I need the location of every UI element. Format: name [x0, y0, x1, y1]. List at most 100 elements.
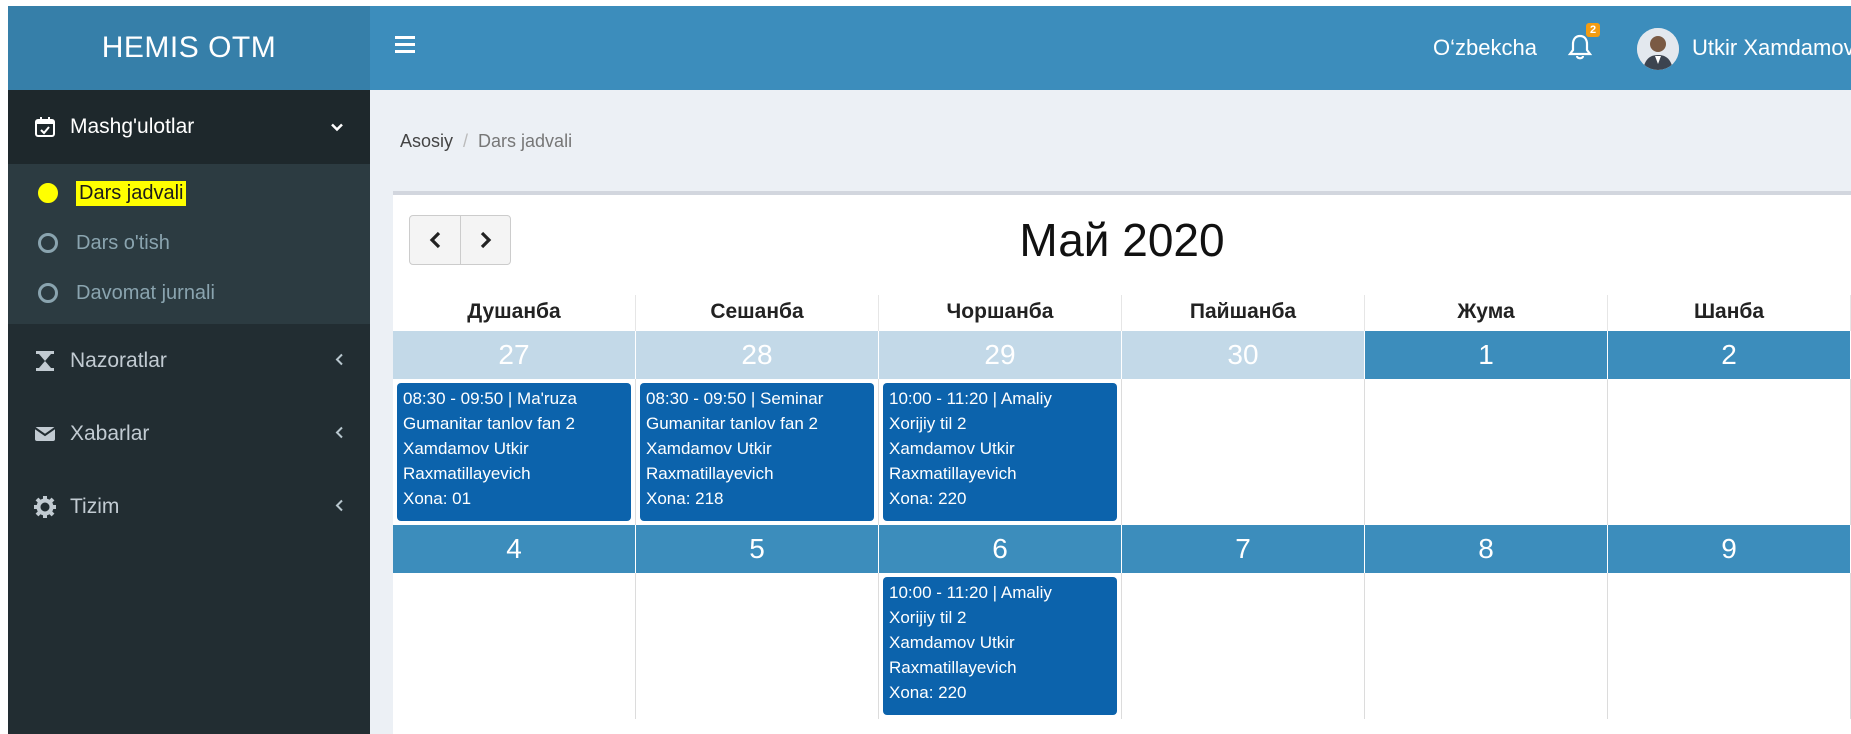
event-subject: Gumanitar tanlov fan 2	[403, 414, 575, 433]
weekday-header: Жума	[1365, 295, 1608, 331]
day-cell	[1122, 573, 1365, 719]
event-room: Xona: 220	[889, 683, 967, 702]
user-name[interactable]: Utkir Xamdamov	[1692, 6, 1851, 90]
event-time: 10:00 - 11:20 | Amaliy	[889, 583, 1052, 602]
sidebar-item-mashgulotlar[interactable]: Mashg'ulotlar	[8, 90, 370, 164]
week-2-date-row: 4 5 6 7 8 9	[393, 525, 1851, 573]
day-cell	[636, 573, 879, 719]
day-cell	[1608, 379, 1851, 525]
sidebar-item-nazoratlar[interactable]: Nazoratlar	[8, 324, 370, 397]
sidebar-item-label: Xabarlar	[70, 421, 150, 445]
lesson-event[interactable]: 10:00 - 11:20 | Amaliy Xorijiy til 2 Xam…	[883, 577, 1117, 715]
sidebar: HEMIS OTM Mashg'ulotlar Dars jadvali Dar…	[8, 6, 370, 734]
avatar[interactable]	[1637, 28, 1679, 70]
sidebar-subitem-davomat-jurnali[interactable]: Davomat jurnali	[8, 268, 370, 318]
sidebar-item-xabarlar[interactable]: Xabarlar	[8, 397, 370, 470]
subitem-label: Dars jadvali	[76, 180, 187, 206]
breadcrumb: Asosiy / Dars jadvali	[400, 131, 572, 152]
event-room: Xona: 220	[889, 489, 967, 508]
day-cell	[1608, 573, 1851, 719]
day-number[interactable]: 5	[636, 525, 879, 573]
event-teacher: Xamdamov Utkir	[889, 439, 1015, 458]
event-time: 08:30 - 09:50 | Ma'ruza	[403, 389, 577, 408]
sidebar-submenu: Dars jadvali Dars o'tish Davomat jurnali	[8, 164, 370, 324]
day-cell	[1365, 573, 1608, 719]
event-subject: Xorijiy til 2	[889, 608, 967, 627]
event-room: Xona: 218	[646, 489, 724, 508]
event-room: Xona: 01	[403, 489, 472, 508]
day-cell: 10:00 - 11:20 | Amaliy Xorijiy til 2 Xam…	[879, 379, 1122, 525]
subitem-label: Dars o'tish	[76, 231, 170, 254]
gear-icon	[34, 495, 56, 518]
lesson-event[interactable]: 10:00 - 11:20 | Amaliy Xorijiy til 2 Xam…	[883, 383, 1117, 521]
chevron-down-icon	[330, 116, 344, 139]
event-subject: Xorijiy til 2	[889, 414, 967, 433]
weekday-header: Душанба	[393, 295, 636, 331]
sidebar-subitem-dars-otish[interactable]: Dars o'tish	[8, 218, 370, 268]
chevron-left-icon	[334, 495, 344, 518]
circle-icon	[38, 233, 58, 253]
weekday-header: Шанба	[1608, 295, 1851, 331]
sidebar-item-tizim[interactable]: Tizim	[8, 470, 370, 543]
weekday-header: Сешанба	[636, 295, 879, 331]
weekday-header-row: Душанба Сешанба Чоршанба Пайшанба Жума Ш…	[393, 295, 1851, 331]
circle-icon	[38, 183, 58, 203]
day-number[interactable]: 9	[1608, 525, 1851, 573]
event-teacher: Xamdamov Utkir	[646, 439, 772, 458]
chevron-left-icon	[334, 422, 344, 445]
chevron-left-icon	[334, 349, 344, 372]
app-logo[interactable]: HEMIS OTM	[8, 6, 370, 90]
event-teacher-patronymic: Raxmatillayevich	[889, 464, 1017, 483]
week-1-date-row: 27 28 29 30 1 2	[393, 331, 1851, 379]
day-number[interactable]: 29	[879, 331, 1122, 379]
day-number[interactable]: 2	[1608, 331, 1851, 379]
lesson-event[interactable]: 08:30 - 09:50 | Ma'ruza Gumanitar tanlov…	[397, 383, 631, 521]
day-cell	[393, 573, 636, 719]
top-navbar: O‘zbekcha 2 Utkir Xamdamov	[370, 6, 1851, 90]
language-selector[interactable]: O‘zbekcha	[1433, 6, 1537, 90]
sidebar-item-label: Tizim	[70, 494, 120, 518]
calendar-check-icon	[34, 116, 56, 138]
calendar-title: Май 2020	[1019, 214, 1225, 266]
day-cell: 10:00 - 11:20 | Amaliy Xorijiy til 2 Xam…	[879, 573, 1122, 719]
day-number[interactable]: 1	[1365, 331, 1608, 379]
weekday-header: Пайшанба	[1122, 295, 1365, 331]
day-number[interactable]: 8	[1365, 525, 1608, 573]
event-teacher-patronymic: Raxmatillayevich	[403, 464, 531, 483]
day-number[interactable]: 27	[393, 331, 636, 379]
day-cell	[1365, 379, 1608, 525]
day-number[interactable]: 30	[1122, 331, 1365, 379]
event-teacher-patronymic: Raxmatillayevich	[889, 658, 1017, 677]
lesson-event[interactable]: 08:30 - 09:50 | Seminar Gumanitar tanlov…	[640, 383, 874, 521]
envelope-icon	[34, 423, 56, 445]
day-cell	[1122, 379, 1365, 525]
day-cell: 08:30 - 09:50 | Seminar Gumanitar tanlov…	[636, 379, 879, 525]
day-number[interactable]: 4	[393, 525, 636, 573]
sidebar-item-label: Mashg'ulotlar	[70, 115, 195, 138]
breadcrumb-home[interactable]: Asosiy	[400, 131, 453, 151]
event-teacher: Xamdamov Utkir	[403, 439, 529, 458]
sidebar-subitem-dars-jadvali[interactable]: Dars jadvali	[8, 168, 370, 218]
event-time: 08:30 - 09:50 | Seminar	[646, 389, 824, 408]
circle-icon	[38, 283, 58, 303]
day-number[interactable]: 6	[879, 525, 1122, 573]
breadcrumb-separator: /	[463, 131, 469, 151]
day-cell: 08:30 - 09:50 | Ma'ruza Gumanitar tanlov…	[393, 379, 636, 525]
event-teacher-patronymic: Raxmatillayevich	[646, 464, 774, 483]
calendar-box: Май 2020 Душанба Сешанба Чоршанба Пайшан…	[393, 191, 1851, 734]
menu-toggle-icon[interactable]	[395, 36, 415, 54]
breadcrumb-current: Dars jadvali	[478, 131, 573, 151]
day-number[interactable]: 28	[636, 331, 879, 379]
subitem-label: Davomat jurnali	[76, 281, 215, 304]
event-subject: Gumanitar tanlov fan 2	[646, 414, 818, 433]
hourglass-icon	[34, 350, 56, 372]
week-1-events-row: 08:30 - 09:50 | Ma'ruza Gumanitar tanlov…	[393, 379, 1851, 525]
event-teacher: Xamdamov Utkir	[889, 633, 1015, 652]
notification-badge: 2	[1586, 23, 1601, 37]
weekday-header: Чоршанба	[879, 295, 1122, 331]
week-2-events-row: 10:00 - 11:20 | Amaliy Xorijiy til 2 Xam…	[393, 573, 1851, 719]
event-time: 10:00 - 11:20 | Amaliy	[889, 389, 1052, 408]
day-number[interactable]: 7	[1122, 525, 1365, 573]
app-frame: HEMIS OTM Mashg'ulotlar Dars jadvali Dar…	[8, 6, 1851, 734]
sidebar-item-label: Nazoratlar	[70, 348, 167, 372]
